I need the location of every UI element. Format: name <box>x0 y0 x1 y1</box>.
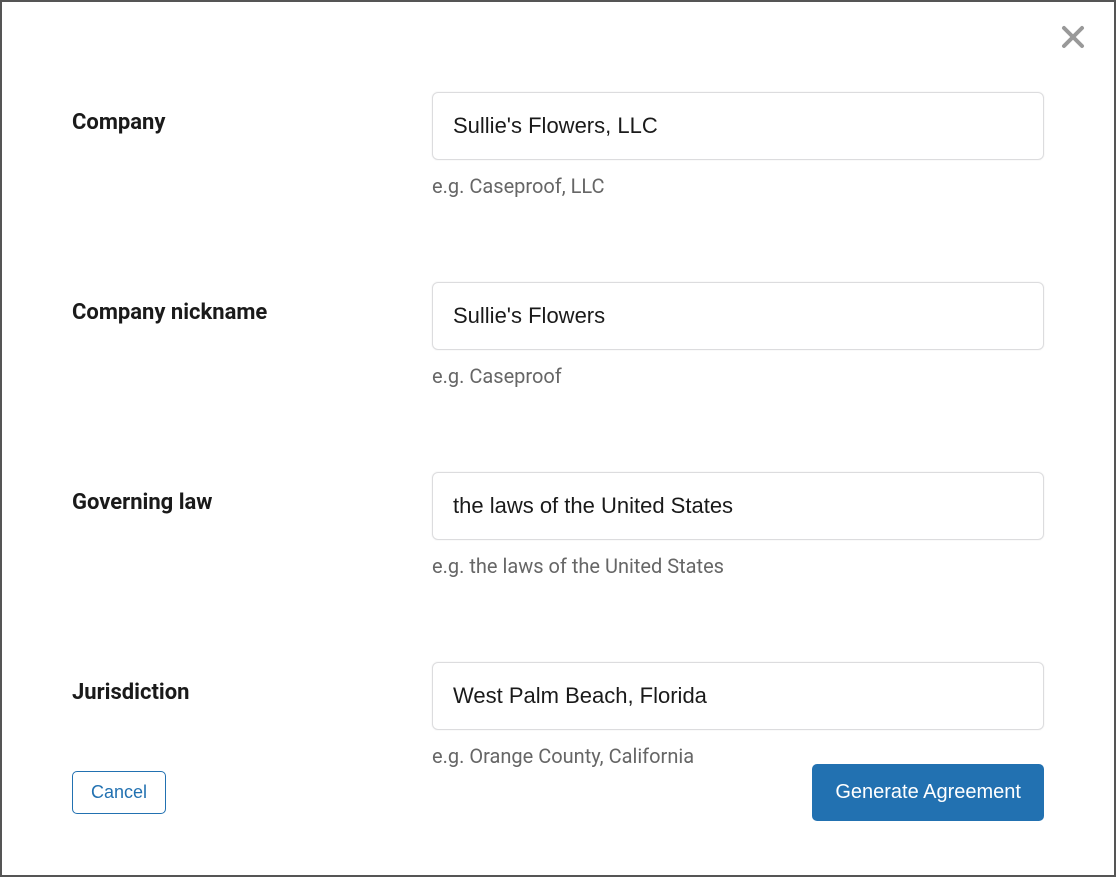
law-hint: e.g. the laws of the United States <box>432 554 1044 578</box>
nickname-hint: e.g. Caseproof <box>432 364 1044 388</box>
generate-agreement-button[interactable]: Generate Agreement <box>812 764 1044 821</box>
nickname-label: Company nickname <box>72 282 432 325</box>
law-label: Governing law <box>72 472 432 515</box>
company-input[interactable] <box>432 92 1044 160</box>
close-icon <box>1060 24 1086 50</box>
row-company: Company e.g. Caseproof, LLC <box>72 92 1044 198</box>
form: Company e.g. Caseproof, LLC Company nick… <box>72 92 1044 768</box>
row-jurisdiction: Jurisdiction e.g. Orange County, Califor… <box>72 662 1044 768</box>
close-button[interactable] <box>1060 24 1086 50</box>
cancel-button[interactable]: Cancel <box>72 771 166 814</box>
row-law: Governing law e.g. the laws of the Unite… <box>72 472 1044 578</box>
law-field-wrap: e.g. the laws of the United States <box>432 472 1044 578</box>
company-field-wrap: e.g. Caseproof, LLC <box>432 92 1044 198</box>
law-input[interactable] <box>432 472 1044 540</box>
jurisdiction-input[interactable] <box>432 662 1044 730</box>
nickname-field-wrap: e.g. Caseproof <box>432 282 1044 388</box>
nickname-input[interactable] <box>432 282 1044 350</box>
company-hint: e.g. Caseproof, LLC <box>432 174 1044 198</box>
company-label: Company <box>72 92 432 135</box>
jurisdiction-label: Jurisdiction <box>72 662 432 705</box>
footer: Cancel Generate Agreement <box>72 764 1044 821</box>
agreement-modal: Company e.g. Caseproof, LLC Company nick… <box>0 0 1116 877</box>
jurisdiction-field-wrap: e.g. Orange County, California <box>432 662 1044 768</box>
row-nickname: Company nickname e.g. Caseproof <box>72 282 1044 388</box>
